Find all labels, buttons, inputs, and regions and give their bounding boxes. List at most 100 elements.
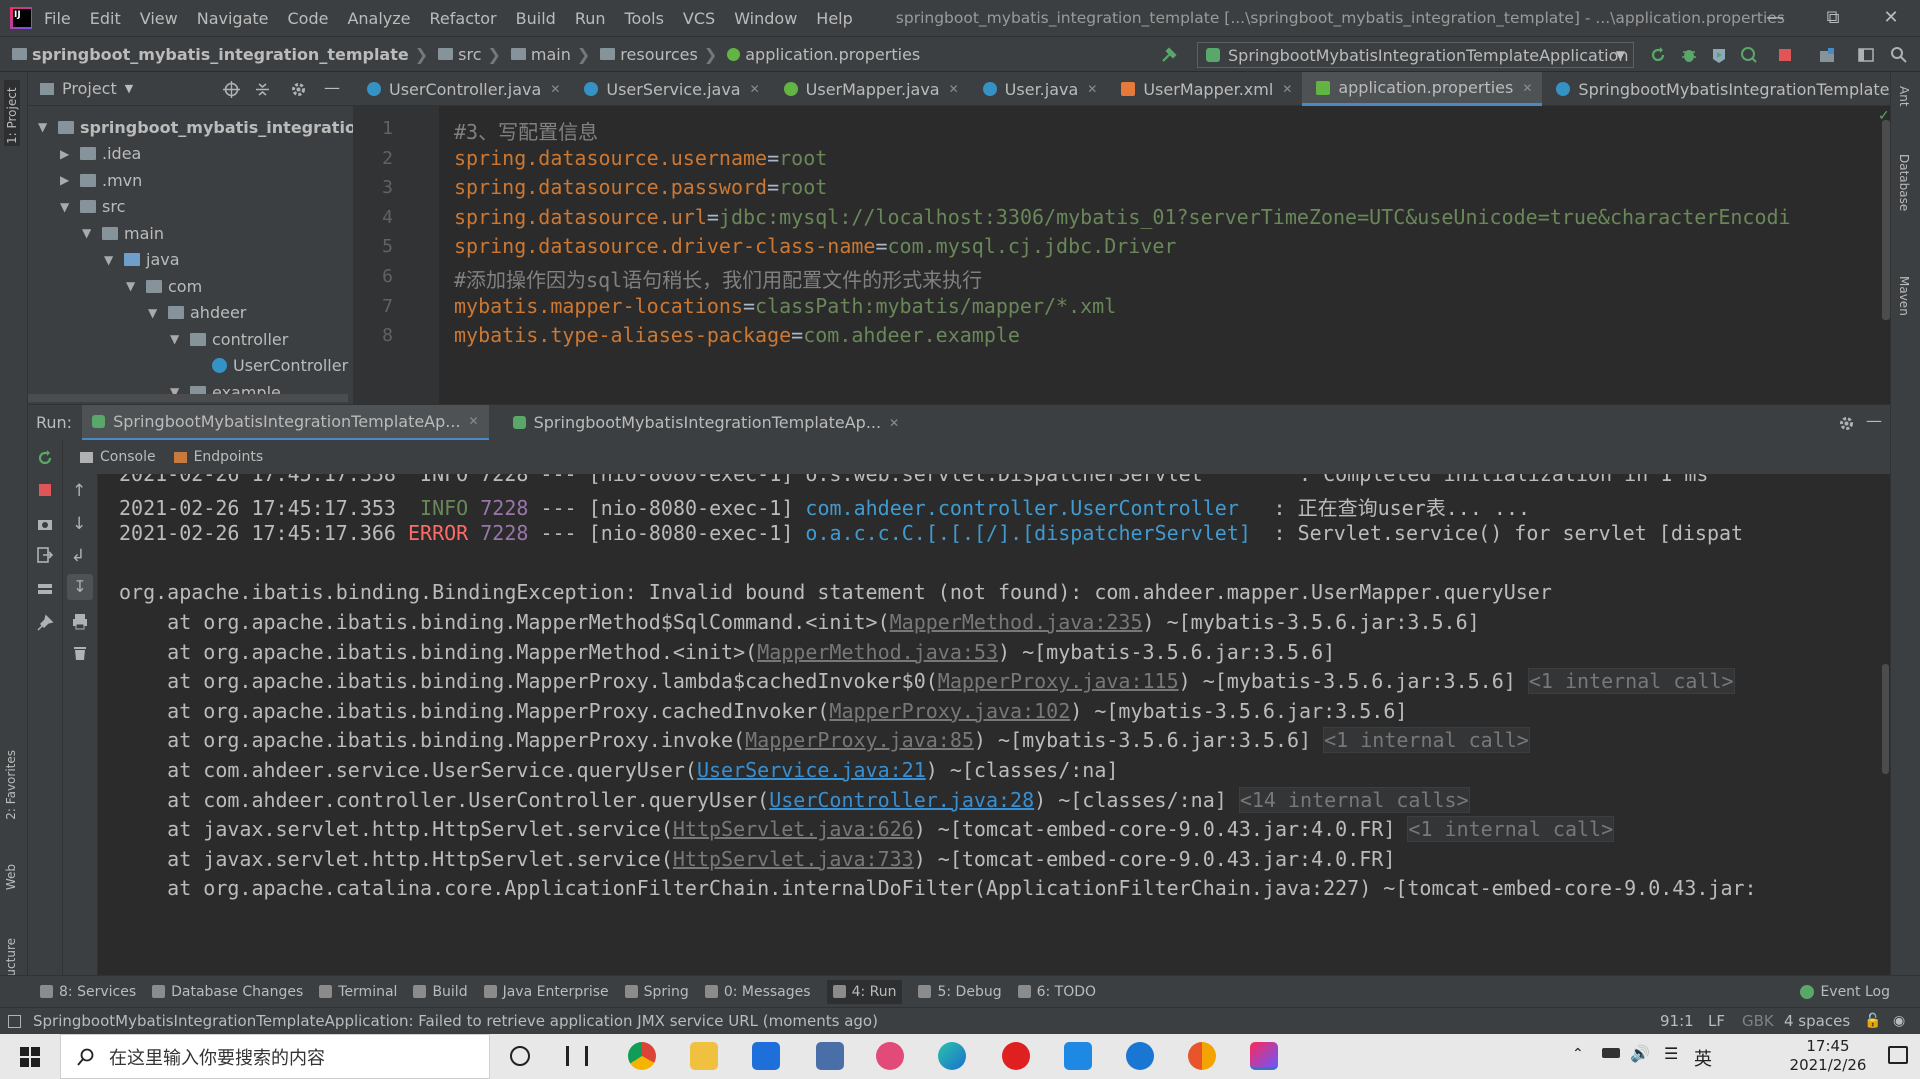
close-tab-icon[interactable]: ✕: [1282, 82, 1292, 96]
debug-bug-icon[interactable]: [1680, 46, 1698, 64]
code-line[interactable]: mybatis.type-aliases-package=com.ahdeer.…: [454, 323, 1020, 347]
source-link[interactable]: MapperProxy.java:85: [745, 728, 974, 752]
source-link[interactable]: HttpServlet.java:733: [673, 847, 914, 871]
scroll-to-end-icon[interactable]: ↧: [67, 574, 93, 600]
internal-calls-fold[interactable]: <1 internal call>: [1527, 668, 1735, 695]
layout-icon[interactable]: [36, 580, 54, 598]
close-tab-icon[interactable]: ✕: [1087, 82, 1097, 96]
edge-icon[interactable]: [938, 1042, 966, 1070]
caret-position[interactable]: 91:1: [1660, 1012, 1694, 1030]
menu-file[interactable]: File: [44, 9, 71, 28]
chevron-down-icon[interactable]: ▼: [148, 306, 162, 320]
build-hammer-icon[interactable]: [1160, 46, 1178, 64]
app-icon[interactable]: [876, 1042, 904, 1070]
run-configuration-select[interactable]: SpringbootMybatisIntegrationTemplateAppl…: [1197, 42, 1634, 68]
arrow-down-icon[interactable]: ↓: [72, 514, 86, 534]
chevron-right-icon[interactable]: ▶: [60, 147, 74, 161]
battery-icon[interactable]: [1602, 1048, 1620, 1058]
tool-tab-web[interactable]: Web: [4, 864, 18, 890]
close-tab-icon[interactable]: ✕: [889, 416, 899, 430]
menu-vcs[interactable]: VCS: [683, 9, 715, 28]
stack-frame[interactable]: at org.apache.ibatis.binding.MapperMetho…: [119, 610, 1480, 634]
volume-icon[interactable]: 🔊: [1630, 1044, 1650, 1063]
editor-tab[interactable]: UserService.java ✕: [570, 72, 769, 106]
trash-icon[interactable]: [71, 644, 89, 662]
chevron-down-icon[interactable]: ▼: [170, 332, 184, 346]
log-line[interactable]: 2021-02-26 17:45:17.366 ERROR 7228 --- […: [119, 521, 1743, 545]
source-link[interactable]: MapperMethod.java:235: [890, 610, 1143, 634]
code-line[interactable]: #添加操作因为sql语句稍长，我们用配置文件的形式来执行: [454, 264, 982, 293]
stop-icon[interactable]: [37, 482, 53, 498]
tree-item[interactable]: ▼ java: [104, 247, 180, 273]
run-tab[interactable]: SpringbootMybatisIntegrationTemplateAp..…: [503, 405, 910, 441]
search-everywhere-icon[interactable]: [1890, 46, 1908, 64]
stack-frame[interactable]: at javax.servlet.http.HttpServlet.servic…: [119, 816, 1615, 843]
taskbar-clock[interactable]: 17:45 2021/2/26: [1778, 1037, 1878, 1075]
gear-icon[interactable]: [1838, 415, 1855, 432]
stack-frame[interactable]: at javax.servlet.http.HttpServlet.servic…: [119, 847, 1395, 871]
tool-tab-ant[interactable]: Ant: [1897, 86, 1911, 107]
windows-start-icon[interactable]: [20, 1047, 40, 1067]
chevron-down-icon[interactable]: ▼: [126, 279, 140, 293]
tool-tab-database[interactable]: Database: [1897, 154, 1911, 211]
stack-frame[interactable]: at org.apache.ibatis.binding.MapperProxy…: [119, 699, 1407, 723]
editor-tab[interactable]: UserMapper.xml ✕: [1107, 72, 1302, 106]
hide-panel-icon[interactable]: —: [324, 78, 340, 97]
close-tab-icon[interactable]: ✕: [550, 82, 560, 96]
console-output[interactable]: 2021-02-26 17:45:17.338 INFO 7228 --- [n…: [98, 474, 1880, 975]
tool-window-button[interactable]: Build: [413, 984, 468, 1000]
console-scrollbar[interactable]: [1880, 474, 1890, 975]
chevron-down-icon[interactable]: ▼: [82, 226, 96, 240]
tree-item[interactable]: ▶ .idea: [60, 141, 141, 167]
tool-tab-favorites[interactable]: 2: Favorites: [4, 750, 18, 820]
chevron-down-icon[interactable]: ▼: [38, 120, 52, 134]
code-line[interactable]: spring.datasource.username=root: [454, 146, 827, 170]
menu-refactor[interactable]: Refactor: [430, 9, 497, 28]
close-tab-icon[interactable]: ✕: [469, 414, 479, 428]
project-structure-icon[interactable]: [1818, 46, 1836, 64]
mail-icon[interactable]: [752, 1042, 780, 1070]
tool-window-button[interactable]: Spring: [624, 984, 689, 1000]
breadcrumb-item[interactable]: main ❯: [501, 45, 590, 64]
menu-build[interactable]: Build: [516, 9, 556, 28]
chevron-down-icon[interactable]: ▼: [60, 200, 74, 214]
project-panel-title[interactable]: Project: [62, 79, 117, 98]
menu-analyze[interactable]: Analyze: [347, 9, 410, 28]
tree-item[interactable]: UserController: [192, 353, 348, 379]
menu-view[interactable]: View: [140, 9, 178, 28]
internal-calls-fold[interactable]: <1 internal call>: [1407, 816, 1615, 843]
chrome-icon[interactable]: [628, 1042, 656, 1070]
close-tab-icon[interactable]: ✕: [750, 82, 760, 96]
editor-tab[interactable]: UserMapper.java ✕: [770, 72, 969, 106]
menu-help[interactable]: Help: [816, 9, 852, 28]
close-tab-icon[interactable]: ✕: [949, 82, 959, 96]
breadcrumb-item[interactable]: resources ❯: [590, 45, 717, 64]
menu-code[interactable]: Code: [288, 9, 329, 28]
tool-window-button[interactable]: 0: Messages: [704, 984, 811, 1000]
source-link[interactable]: MapperProxy.java:102: [829, 699, 1070, 723]
netease-music-icon[interactable]: [1002, 1042, 1030, 1070]
tray-chevron-up-icon[interactable]: ⌃: [1572, 1046, 1584, 1062]
menu-navigate[interactable]: Navigate: [197, 9, 269, 28]
exit-icon[interactable]: [36, 546, 54, 564]
pin-icon[interactable]: [36, 614, 54, 632]
source-link[interactable]: UserController.java:28: [769, 788, 1034, 812]
stack-frame[interactable]: at org.apache.ibatis.binding.MapperProxy…: [119, 668, 1735, 695]
run-tab[interactable]: SpringbootMybatisIntegrationTemplateAp..…: [82, 404, 489, 441]
task-view-icon[interactable]: [566, 1046, 588, 1066]
tool-window-button[interactable]: 5: Debug: [918, 984, 1002, 1000]
memory-indicator-icon[interactable]: ◉: [1893, 1013, 1905, 1029]
lock-icon[interactable]: 🔓: [1864, 1013, 1881, 1029]
tree-item[interactable]: ▶ .mvn: [60, 167, 142, 193]
tree-item[interactable]: ▼ controller: [170, 326, 288, 352]
file-explorer-icon[interactable]: [690, 1042, 718, 1070]
breadcrumb-item[interactable]: application.properties: [717, 45, 920, 64]
tool-tab-project[interactable]: 1: Project: [4, 80, 20, 146]
stack-frame[interactable]: at com.ahdeer.service.UserService.queryU…: [119, 758, 1118, 782]
tree-item[interactable]: ▼ main: [82, 220, 164, 246]
tree-item[interactable]: ▼ ahdeer: [148, 300, 246, 326]
editor-tab[interactable]: UserController.java ✕: [353, 72, 570, 106]
toggle-tool-windows-icon[interactable]: [8, 1014, 21, 1028]
restore-icon[interactable]: ⧉: [1804, 0, 1862, 36]
tool-tab-maven[interactable]: Maven: [1897, 276, 1911, 316]
